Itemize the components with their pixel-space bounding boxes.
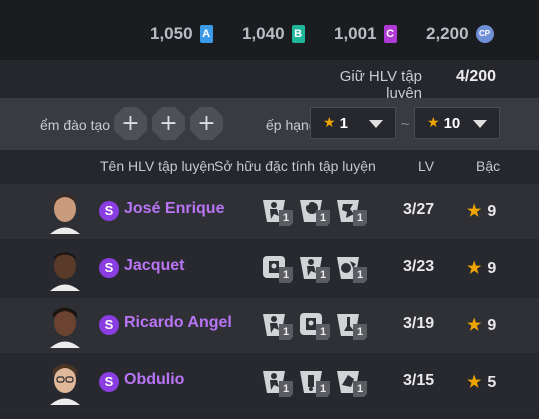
grade-value: 5 [487, 374, 497, 391]
trait-level: 1 [279, 267, 293, 283]
season-badge: S [99, 315, 119, 335]
trait-slot: 1 [335, 196, 373, 228]
column-header-lv[interactable]: LV [418, 158, 434, 174]
filter-bar: ểm đào tạo + + + ếp hạng ★ 1 ~ ★ 10 [0, 98, 539, 150]
coach-name: Ricardo Angel [124, 314, 232, 331]
trait-slot: 1 [335, 253, 373, 285]
player-portrait [50, 364, 80, 405]
trait-slot: 1 [298, 310, 336, 342]
trait-level: 1 [316, 210, 330, 226]
currency-a-icon: A [199, 25, 213, 43]
rank-from-value: 1 [339, 114, 348, 132]
trait-level: 1 [353, 324, 367, 340]
trait-slot: 1 [335, 367, 373, 399]
coach-grade: ★ 9 [467, 315, 496, 335]
coach-row[interactable]: S José Enrique 1 1 1 3/27 ★ 9 [0, 184, 539, 239]
season-badge: S [99, 201, 119, 221]
grade-value: 9 [487, 260, 497, 277]
grade-value: 9 [487, 203, 497, 220]
currency-bar: 1,050 A 1,040 B 1,001 C 2,200 CP [0, 0, 539, 56]
plus-icon: + [121, 111, 140, 136]
plus-icon: + [197, 111, 216, 136]
trait-level: 1 [316, 324, 330, 340]
trait-slot: 1 [298, 253, 336, 285]
currency-cp: 2,200 CP [426, 23, 494, 45]
season-badge: S [99, 372, 119, 392]
trait-level: 1 [279, 210, 293, 226]
rank-from-dropdown[interactable]: ★ 1 [310, 107, 396, 139]
currency-c-icon: C [383, 25, 397, 43]
trait-slot: 1 [261, 253, 299, 285]
coach-name: Jacquet [124, 257, 185, 274]
chevron-down-icon [473, 120, 487, 128]
range-separator: ~ [400, 117, 411, 131]
coach-level: 3/15 [403, 372, 435, 389]
add-slot-button-2[interactable]: + [152, 107, 185, 140]
player-portrait [50, 307, 80, 348]
coach-row[interactable]: S Ricardo Angel 1 1 1 3/19 ★ 9 [0, 298, 539, 353]
coach-grade: ★ 9 [467, 258, 496, 278]
currency-amount: 2,200 [426, 24, 469, 43]
trait-slot: 1 [335, 310, 373, 342]
rank-to-value: 10 [443, 114, 461, 132]
rank-to-dropdown[interactable]: ★ 10 [414, 107, 500, 139]
currency-b: 1,040 B [242, 23, 305, 45]
trait-level: 1 [316, 267, 330, 283]
currency-amount: 1,040 [242, 24, 285, 43]
currency-a: 1,050 A [150, 23, 213, 45]
currency-c: 1,001 C [334, 23, 397, 45]
training-slot-label: ểm đào tạo [40, 117, 111, 133]
player-portrait [50, 194, 80, 234]
add-slot-button-3[interactable]: + [190, 107, 223, 140]
holding-count: 4/200 [456, 68, 497, 85]
player-portrait [50, 252, 80, 291]
star-icon: ★ [467, 260, 482, 277]
trait-slot: 1 [298, 367, 336, 399]
currency-amount: 1,050 [150, 24, 193, 43]
plus-icon: + [159, 111, 178, 136]
holding-label: Giữ HLV tập luyện [339, 68, 422, 102]
add-slot-button-1[interactable]: + [114, 107, 147, 140]
star-icon: ★ [467, 203, 482, 220]
coach-name: Obdulio [124, 371, 185, 388]
star-icon: ★ [323, 115, 336, 131]
grade-value: 9 [487, 317, 497, 334]
trait-slot: 1 [261, 310, 299, 342]
currency-amount: 1,001 [334, 24, 377, 43]
star-icon: ★ [467, 374, 482, 391]
season-badge: S [99, 258, 119, 278]
trait-slot: 1 [261, 367, 299, 399]
star-icon: ★ [467, 317, 482, 334]
coach-name: José Enrique [124, 200, 225, 217]
coach-level: 3/27 [403, 201, 435, 218]
coach-level: 3/23 [403, 258, 435, 275]
trait-level: 1 [353, 267, 367, 283]
currency-b-icon: B [291, 25, 305, 43]
trait-level: 1 [353, 210, 367, 226]
trait-level: 1 [279, 381, 293, 397]
coach-grade: ★ 5 [467, 372, 496, 392]
star-icon: ★ [427, 115, 440, 131]
coach-grade: ★ 9 [467, 201, 496, 221]
coach-level: 3/19 [403, 315, 435, 332]
column-header-grade[interactable]: Bậc [476, 158, 500, 174]
chevron-down-icon [369, 120, 383, 128]
coach-row[interactable]: S Jacquet 1 1 1 3/23 ★ 9 [0, 241, 539, 296]
trait-slot: 1 [261, 196, 299, 228]
trait-level: 1 [279, 324, 293, 340]
trait-level: 1 [353, 381, 367, 397]
trait-slot: 1 [298, 196, 336, 228]
column-header-name[interactable]: Tên HLV tập luyện [100, 158, 215, 174]
coach-row[interactable]: S Obdulio 1 1 1 3/15 ★ 5 [0, 355, 539, 410]
column-header-traits: Sở hữu đặc tính tập luyện [214, 158, 376, 174]
trait-level: 1 [316, 381, 330, 397]
cp-coin-icon: CP [475, 25, 494, 43]
